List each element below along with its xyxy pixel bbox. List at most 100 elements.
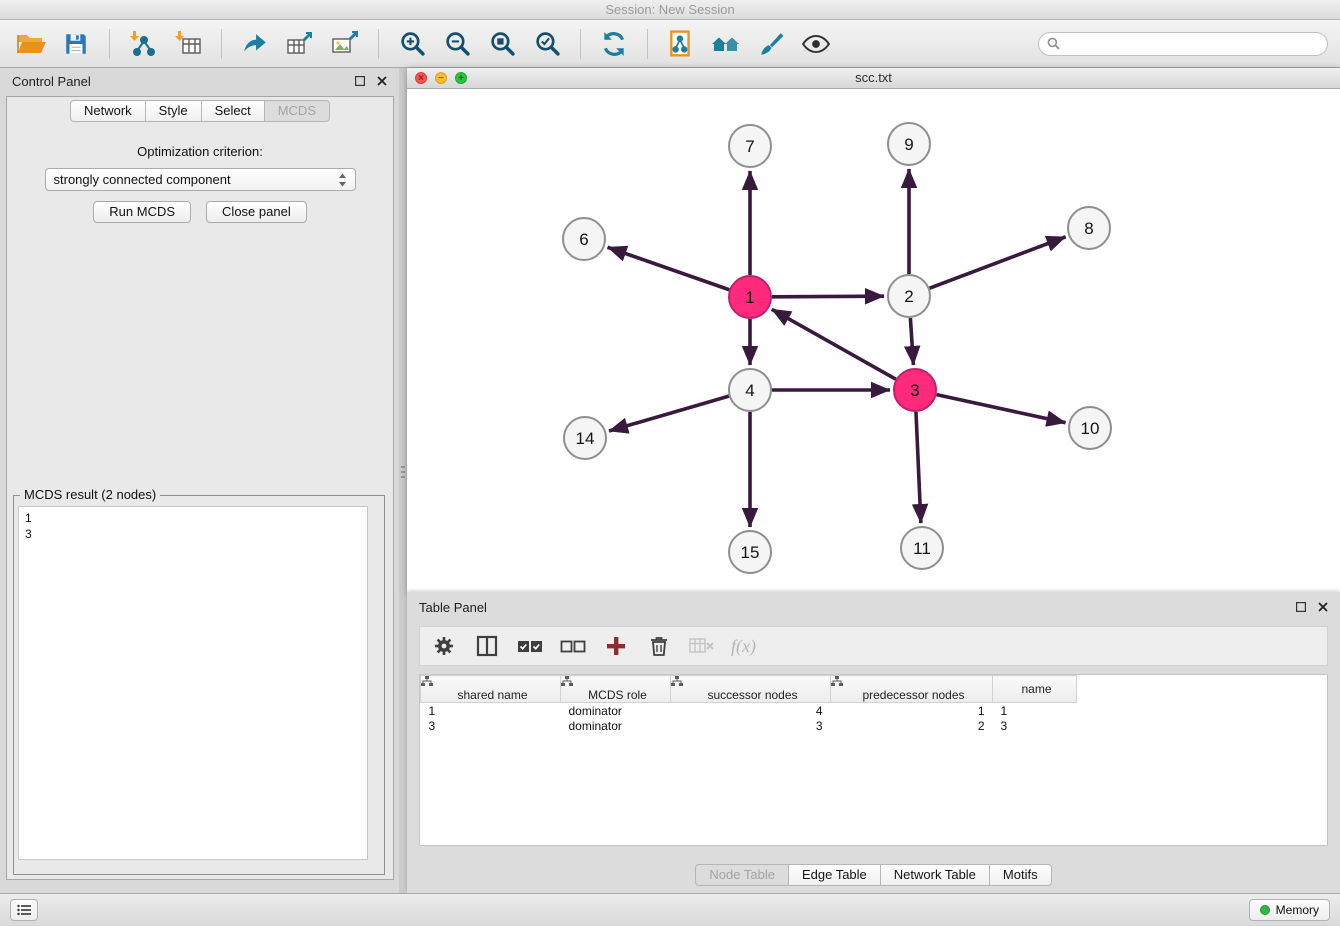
add-row-button[interactable]: [602, 632, 630, 660]
zoom-fit-button[interactable]: [483, 25, 521, 63]
show-hide-button[interactable]: [797, 25, 835, 63]
network-graph-canvas[interactable]: 7 9 6 8 1 2 4 3 14 10 15 11: [407, 89, 1340, 591]
graph-node-6[interactable]: 6: [563, 218, 605, 260]
run-mcds-button[interactable]: Run MCDS: [93, 201, 191, 223]
graph-node-label: 10: [1081, 419, 1100, 438]
tab-node-table[interactable]: Node Table: [695, 864, 788, 886]
table-cell[interactable]: 1: [421, 702, 561, 718]
refresh-layout-button[interactable]: [595, 25, 633, 63]
graph-edge-1-2[interactable]: [772, 296, 884, 297]
open-session-button[interactable]: [12, 25, 50, 63]
zoom-in-button[interactable]: [393, 25, 431, 63]
memory-button[interactable]: Memory: [1249, 899, 1330, 921]
graph-edge-3-11[interactable]: [916, 412, 921, 523]
float-panel-icon[interactable]: [1296, 602, 1306, 612]
function-builder-button[interactable]: f(x): [731, 632, 756, 660]
export-network-button[interactable]: [236, 25, 274, 63]
tab-select[interactable]: Select: [201, 100, 264, 122]
graph-edge-2-8[interactable]: [930, 237, 1066, 288]
column-layout-button[interactable]: [473, 632, 501, 660]
import-table-icon: [174, 30, 202, 58]
graph-node-11[interactable]: 11: [901, 527, 943, 569]
close-panel-button[interactable]: Close panel: [206, 201, 307, 223]
table-cell[interactable]: dominator: [561, 718, 671, 734]
tab-edge-table[interactable]: Edge Table: [788, 864, 880, 886]
select-all-button[interactable]: [516, 632, 544, 660]
style-brush-button[interactable]: [752, 25, 790, 63]
table-cell[interactable]: 3: [671, 718, 831, 734]
export-table-button[interactable]: [281, 25, 319, 63]
close-window-icon[interactable]: ×: [415, 72, 427, 84]
column-header-shared-name[interactable]: shared name: [421, 676, 561, 703]
optimization-criterion-label: Optimization criterion:: [7, 144, 393, 159]
graph-node-label: 2: [904, 287, 913, 306]
graph-node-10[interactable]: 10: [1069, 407, 1111, 449]
table-settings-button[interactable]: [430, 632, 458, 660]
graph-edge-3-1[interactable]: [772, 309, 896, 379]
graph-node-7[interactable]: 7: [729, 125, 771, 167]
graph-node-15[interactable]: 15: [729, 531, 771, 573]
criterion-dropdown[interactable]: strongly connected component: [45, 168, 356, 191]
tab-network-table[interactable]: Network Table: [880, 864, 989, 886]
zoom-selected-button[interactable]: [528, 25, 566, 63]
import-table-button[interactable]: [169, 25, 207, 63]
zoom-out-icon: [444, 30, 471, 57]
table-cell[interactable]: 4: [671, 702, 831, 718]
column-header-predecessor-nodes[interactable]: predecessor nodes: [831, 676, 993, 703]
minimize-window-icon[interactable]: −: [435, 72, 447, 84]
toolbar-search[interactable]: [1038, 32, 1328, 56]
float-panel-icon[interactable]: [355, 76, 365, 86]
table-cell[interactable]: 1: [993, 702, 1077, 718]
graph-node-9[interactable]: 9: [888, 123, 930, 165]
column-label: shared name: [457, 688, 527, 702]
mcds-result-text[interactable]: 1 3: [18, 506, 368, 860]
export-image-icon: [331, 30, 359, 58]
delete-row-button[interactable]: [645, 632, 673, 660]
network-window-titlebar[interactable]: × − + scc.txt: [407, 68, 1340, 89]
zoom-selected-icon: [534, 30, 561, 57]
tab-mcds[interactable]: MCDS: [264, 100, 330, 122]
document-network-icon: [668, 30, 694, 58]
zoom-out-button[interactable]: [438, 25, 476, 63]
network-view-window: × − + scc.txt 7 9 6 8 1 2 4 3 14 10 15 11: [407, 68, 1340, 592]
graph-node-8[interactable]: 8: [1068, 207, 1110, 249]
zoom-window-icon[interactable]: +: [455, 72, 467, 84]
graph-node-14[interactable]: 14: [564, 417, 606, 459]
network-report-button[interactable]: [662, 25, 700, 63]
table-row[interactable]: 3dominator323: [421, 718, 1077, 734]
tab-motifs[interactable]: Motifs: [989, 864, 1052, 886]
table-cell[interactable]: 2: [831, 718, 993, 734]
column-header-mcds-role[interactable]: MCDS role: [561, 676, 671, 703]
table-cell[interactable]: dominator: [561, 702, 671, 718]
save-session-button[interactable]: [57, 25, 95, 63]
tab-style[interactable]: Style: [145, 100, 201, 122]
close-panel-icon[interactable]: [1318, 602, 1328, 612]
delete-table-button[interactable]: [688, 632, 716, 660]
deselect-all-button[interactable]: [559, 632, 587, 660]
graph-edge-4-14[interactable]: [609, 396, 729, 431]
table-cell[interactable]: 3: [993, 718, 1077, 734]
control-panel-title: Control Panel: [12, 74, 91, 89]
graph-edge-2-3[interactable]: [910, 318, 913, 365]
graph-node-4[interactable]: 4: [729, 369, 771, 411]
task-history-button[interactable]: [10, 899, 38, 921]
table-row[interactable]: 1dominator411: [421, 702, 1077, 718]
graph-edge-1-6[interactable]: [608, 247, 730, 289]
graph-node-2[interactable]: 2: [888, 275, 930, 317]
graph-edge-3-10[interactable]: [936, 395, 1065, 423]
graph-node-3[interactable]: 3: [894, 369, 936, 411]
column-header-name[interactable]: name: [993, 676, 1077, 703]
import-network-button[interactable]: [124, 25, 162, 63]
help-home-button[interactable]: [707, 25, 745, 63]
window-titlebar[interactable]: Session: New Session: [0, 0, 1340, 20]
graph-node-1[interactable]: 1: [729, 276, 771, 318]
export-image-button[interactable]: [326, 25, 364, 63]
table-cell[interactable]: 3: [421, 718, 561, 734]
tab-network[interactable]: Network: [70, 100, 145, 122]
panel-splitter[interactable]: [399, 68, 407, 893]
graph-node-label: 15: [741, 543, 760, 562]
close-panel-icon[interactable]: [377, 76, 387, 86]
table-cell[interactable]: 1: [831, 702, 993, 718]
column-header-successor-nodes[interactable]: successor nodes: [671, 676, 831, 703]
search-input[interactable]: [1065, 36, 1319, 51]
